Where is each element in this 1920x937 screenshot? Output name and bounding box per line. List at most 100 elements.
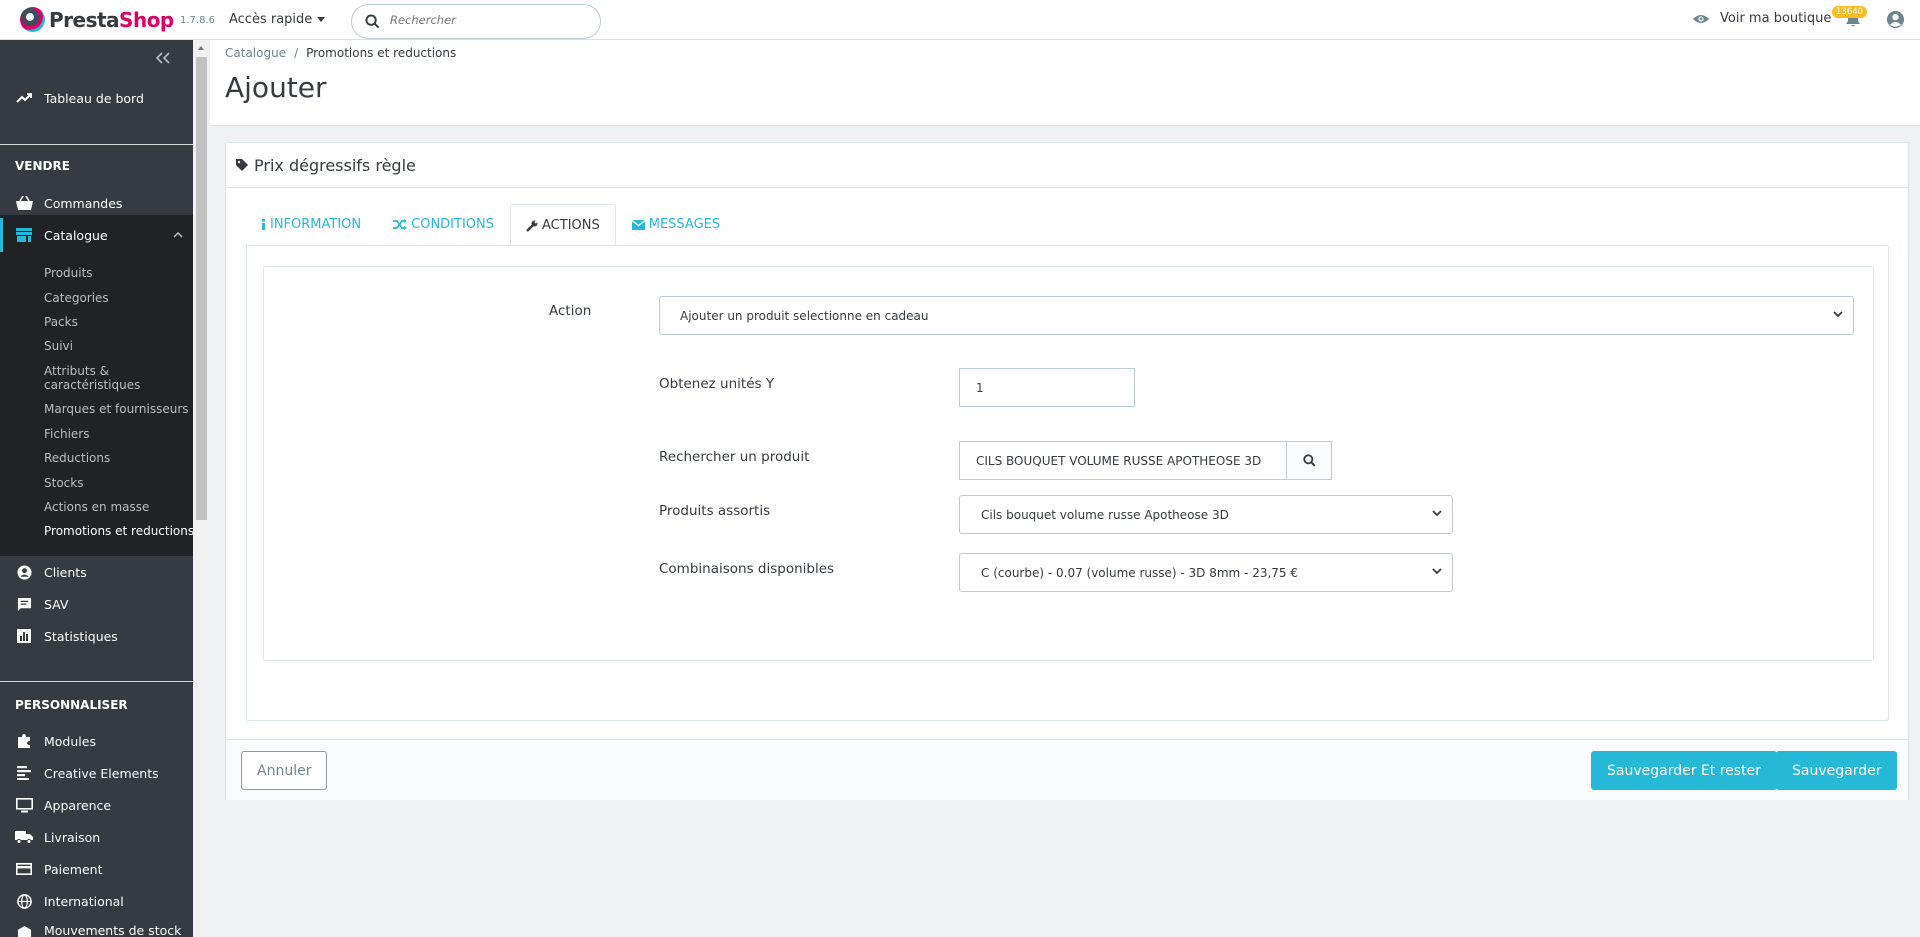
sidebar-subitem-discounts[interactable]: Reductions [44,451,110,465]
sidebar-item-customers[interactable]: Clients [0,562,193,582]
sidebar-section-sell: VENDRE [15,159,70,173]
page-head [210,40,1920,126]
sidebar-item-label: Commandes [44,195,123,211]
sidebar-scrollbar[interactable] [193,40,210,937]
combinations-select[interactable]: C (courbe) - 0.07 (volume russe) - 3D 8m… [959,553,1453,592]
sidebar-subitem-promotions[interactable]: Promotions et reductions [44,524,194,538]
credit-card-icon [15,860,33,878]
units-input-value: 1 [976,380,984,395]
bar-chart-icon [15,627,33,645]
product-search-value: CILS BOUQUET VOLUME RUSSE APOTHEOSE 3D [976,453,1262,468]
tab-conditions[interactable]: CONDITIONS [377,203,510,245]
save-and-stay-button[interactable]: Sauvegarder Et rester [1591,751,1777,790]
sidebar-subitem-brands[interactable]: Marques et fournisseurs [44,402,189,416]
tab-actions[interactable]: ACTIONS [510,204,616,246]
wrench-icon [526,220,538,232]
sidebar-item-payment[interactable]: Paiement [0,859,193,879]
product-search-input[interactable]: CILS BOUQUET VOLUME RUSSE APOTHEOSE 3D [959,441,1287,480]
tab-messages[interactable]: MESSAGES [616,203,736,245]
tab-label: INFORMATION [270,217,362,232]
notification-badge: 13640 [1832,6,1868,18]
cancel-button[interactable]: Annuler [241,751,328,790]
chevron-up-icon [173,232,183,238]
action-select-value: Ajouter un produit selectionne en cadeau [680,308,929,323]
breadcrumb-current[interactable]: Promotions et reductions [306,46,456,60]
sidebar-item-label: Tableau de bord [44,90,144,106]
shopping-basket-icon [15,194,33,212]
action-label: Action [549,303,592,319]
sidebar-item-support[interactable]: SAV [0,594,193,614]
sidebar-item-catalog[interactable]: Catalogue [0,225,193,245]
sidebar-subitem-products[interactable]: Produits [44,266,93,280]
combinations-label: Combinaisons disponibles [659,561,835,577]
scrollbar-thumb[interactable] [196,57,207,520]
sidebar-item-stock-moves[interactable]: Mouvements de stock [0,923,193,937]
sidebar-item-appearance[interactable]: Apparence [0,795,193,815]
header-search[interactable] [351,4,601,39]
action-select[interactable]: Ajouter un produit selectionne en cadeau [659,296,1854,335]
caret-down-icon [317,17,326,22]
action-form-box: Action Ajouter un produit selectionne en… [263,266,1874,661]
sidebar-subitem-bulk-actions[interactable]: Actions en masse [44,500,149,514]
sidebar-subitem-files[interactable]: Fichiers [44,427,89,441]
product-search-button[interactable] [1286,441,1332,480]
warehouse-icon [15,923,33,937]
breadcrumb: Catalogue / Promotions et reductions [225,46,456,60]
quick-access-dropdown[interactable]: Accès rapide [229,12,326,27]
chat-icon [15,595,33,613]
sidebar-item-label: Creative Elements [44,765,159,781]
page-title: Ajouter [225,71,327,104]
sidebar-subitem-stocks[interactable]: Stocks [44,476,83,490]
chevron-down-icon [1432,568,1442,575]
sidebar-item-modules[interactable]: Modules [0,731,193,751]
sidebar-subitem-tracking[interactable]: Suivi [44,339,73,353]
sidebar-item-dashboard[interactable]: Tableau de bord [0,88,193,108]
sidebar-subitem-categories[interactable]: Categories [44,291,109,305]
sidebar-item-label: Statistiques [44,628,118,644]
sidebar-item-label: International [44,893,124,909]
chevron-down-icon [1833,311,1843,318]
breadcrumb-separator: / [294,46,299,60]
sidebar-subitem-packs[interactable]: Packs [44,315,78,329]
sidebar-section-customize: PERSONNALISER [15,698,128,712]
trending-up-icon [15,89,33,107]
tab-information[interactable]: INFORMATION [245,203,377,245]
save-button[interactable]: Sauvegarder [1776,751,1898,790]
sidebar-item-shipping[interactable]: Livraison [0,827,193,847]
prestashop-logo[interactable]: PrestaShop [20,7,174,32]
eye-icon [1693,14,1709,23]
matched-products-select[interactable]: Cils bouquet volume russe Apotheose 3D [959,495,1453,534]
scroll-up-arrow[interactable] [198,46,204,50]
sidebar-subitem-attributes[interactable]: Attributs & caractéristiques [44,364,140,392]
sidebar-subitem-label: Attributs & [44,364,110,378]
sidebar-item-international[interactable]: International [0,891,193,911]
header-search-input[interactable] [390,13,590,27]
version-label: 1.7.8.6 [180,15,215,26]
user-account-icon[interactable] [1886,10,1905,29]
text-align-icon [15,764,33,782]
matched-products-value: Cils bouquet volume russe Apotheose 3D [981,507,1229,522]
visit-shop-link[interactable]: Voir ma boutique [1692,11,1831,26]
sidebar-item-stats[interactable]: Statistiques [0,626,193,646]
tag-icon [236,159,248,171]
panel-heading-title: Prix dégressifs règle [254,155,416,175]
breadcrumb-parent[interactable]: Catalogue [225,46,286,60]
sidebar-item-label: SAV [44,596,69,612]
truck-icon [15,828,33,846]
sidebar-subitem-label: caractéristiques [44,378,141,392]
collapse-sidebar-icon[interactable] [156,52,170,64]
sidebar-item-label: Modules [44,733,96,749]
globe-icon [15,892,33,910]
shuffle-icon [393,219,408,230]
units-input[interactable]: 1 [959,368,1135,407]
sidebar-item-creative-elements[interactable]: Creative Elements [0,763,193,783]
search-icon [365,14,380,29]
sidebar-item-label: Mouvements de stock [44,923,182,937]
store-icon [15,226,33,244]
puzzle-icon [15,732,33,750]
sidebar-item-orders[interactable]: Commandes [0,193,193,213]
combinations-value: C (courbe) - 0.07 (volume russe) - 3D 8m… [981,565,1299,580]
quick-access-label: Accès rapide [229,12,313,27]
sidebar-item-label: Catalogue [44,227,108,243]
info-icon [262,219,265,230]
